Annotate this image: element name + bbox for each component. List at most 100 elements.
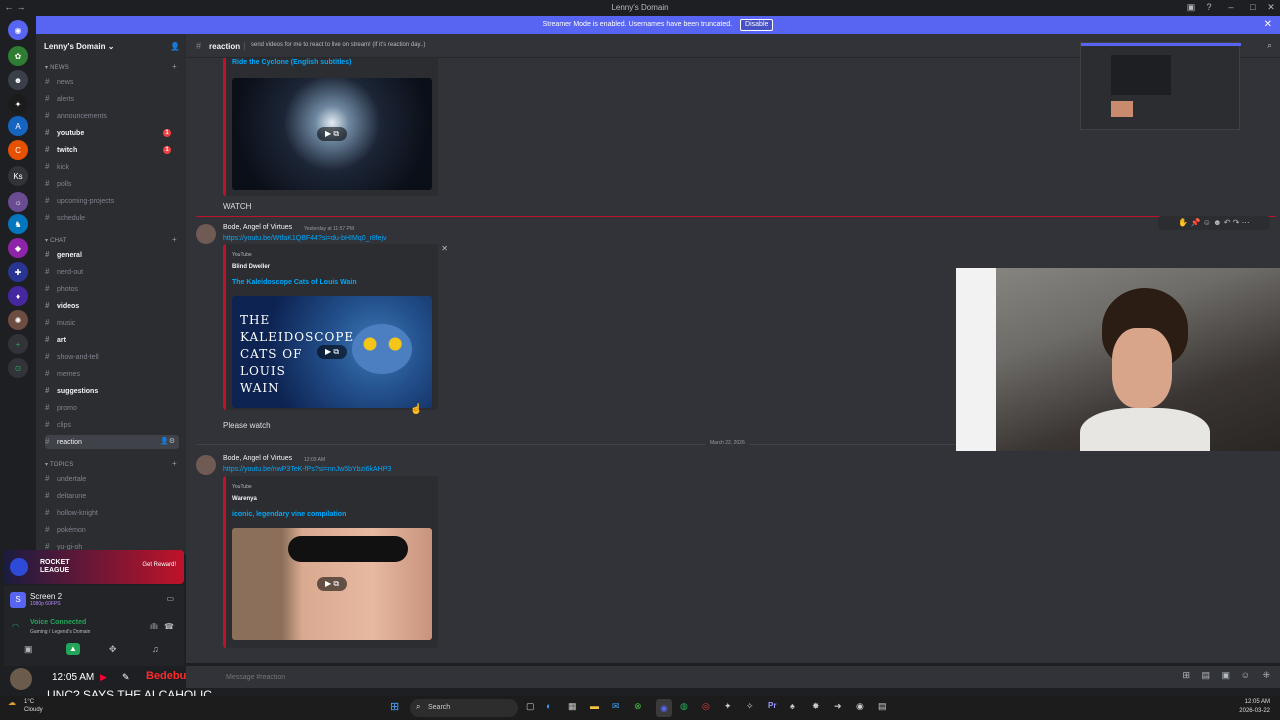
spotify-icon[interactable]: ◍ <box>680 701 688 712</box>
soundboard-icon[interactable]: ♫ <box>152 644 159 654</box>
wave-emoji-icon[interactable]: ✋ <box>1178 218 1188 227</box>
invite-icon[interactable]: 👤 <box>170 42 180 51</box>
edge-icon[interactable]: ◐ <box>546 701 551 711</box>
server-icon[interactable]: ☼ <box>8 192 28 212</box>
channel-topic[interactable]: send videos for me to react to live on s… <box>251 42 425 48</box>
stream-preview[interactable] <box>1080 42 1241 130</box>
app-icon[interactable]: ✸ <box>812 701 820 712</box>
clock-date[interactable]: 2026-03-22 <box>1239 708 1270 714</box>
add-channel-icon[interactable]: + <box>172 235 177 244</box>
app-icon[interactable]: ➜ <box>834 701 842 712</box>
gift-icon[interactable]: ⊞ <box>1182 670 1190 681</box>
play-icon[interactable]: ▶ ⧉ <box>317 345 347 359</box>
chrome-icon[interactable]: ◎ <box>702 701 710 712</box>
xbox-icon[interactable]: ⊗ <box>634 701 642 712</box>
server-icon[interactable]: ✺ <box>8 310 28 330</box>
server-ks-icon[interactable]: Ks <box>8 166 28 186</box>
start-icon[interactable]: ⊞ <box>390 700 399 713</box>
help-icon[interactable]: ? <box>1204 2 1214 12</box>
clock-time[interactable]: 12:05 AM <box>1245 699 1270 705</box>
embed-author[interactable]: Blind Dweller <box>232 264 270 270</box>
message-input[interactable] <box>226 670 1186 684</box>
back-icon[interactable]: ← <box>4 2 14 12</box>
dismiss-banner-icon[interactable]: ✕ <box>1264 16 1272 34</box>
category-news[interactable]: ▾ NEWS <box>45 64 69 71</box>
avatar[interactable] <box>196 455 216 475</box>
app-icon[interactable]: ▤ <box>878 701 887 712</box>
stream-preview-icon[interactable]: ▭ <box>166 594 174 603</box>
maximize-icon[interactable]: □ <box>1248 2 1258 12</box>
rocket-league-promo[interactable]: ROCKET LEAGUE Get Reward! <box>4 550 184 584</box>
server-icon[interactable]: C <box>8 140 28 160</box>
channel-upcoming-projects[interactable]: # upcoming-projects <box>45 194 179 208</box>
app-icon[interactable]: ▦ <box>568 701 577 712</box>
message-link[interactable]: https://youtu.be/nwP3TeK-fPs?si=nnJw5bYb… <box>223 466 391 473</box>
voice-status[interactable]: Voice Connected <box>30 619 86 626</box>
channel-memes[interactable]: # memes <box>45 367 179 381</box>
server-icon[interactable]: ✦ <box>8 94 28 114</box>
embed-title[interactable]: Ride the Cyclone (English subtitles) <box>232 59 351 66</box>
mail-icon[interactable]: ✉ <box>612 701 620 712</box>
discord-icon[interactable]: ◉ <box>656 699 672 717</box>
disconnect-icon[interactable]: ☎ <box>164 622 174 631</box>
server-icon[interactable]: ◆ <box>8 238 28 258</box>
channel-videos[interactable]: # videos <box>45 299 179 313</box>
server-icon[interactable]: ♞ <box>8 214 28 234</box>
task-view-icon[interactable]: ▢ <box>526 701 535 712</box>
forward-icon[interactable]: → <box>16 2 26 12</box>
remove-embed-icon[interactable]: ✕ <box>441 244 448 253</box>
inbox-icon[interactable]: ▣ <box>1186 2 1196 12</box>
server-icon[interactable]: ☻ <box>8 70 28 90</box>
channel-undertale[interactable]: # undertale <box>45 472 179 486</box>
channel-art[interactable]: # art <box>45 333 179 347</box>
search-icon[interactable]: ⌕ <box>1267 40 1272 51</box>
server-name[interactable]: Lenny's Domain ⌄ <box>44 42 114 51</box>
channel-reaction[interactable]: # reaction 👤⚙ <box>45 435 179 449</box>
apps-icon[interactable]: ⁜ <box>1262 670 1270 681</box>
embed-title[interactable]: iconic, legendary vine compilation <box>232 511 346 518</box>
add-reaction-icon[interactable]: ☻ <box>1213 218 1221 227</box>
premiere-icon[interactable]: Pr <box>768 701 776 710</box>
emoji-icon[interactable]: ☺ <box>1241 670 1250 680</box>
play-icon[interactable]: ▶ ⧉ <box>317 127 347 141</box>
server-icon[interactable]: ✚ <box>8 262 28 282</box>
channel-suggestions[interactable]: # suggestions <box>45 384 179 398</box>
gif-icon[interactable]: ▤ <box>1201 670 1210 681</box>
play-icon[interactable]: ▶ ⧉ <box>317 577 347 591</box>
reply-icon[interactable]: ↶ <box>1224 218 1231 227</box>
channel-kick[interactable]: # kick <box>45 160 179 174</box>
server-icon[interactable]: ✿ <box>8 46 28 66</box>
discover-icon[interactable]: ⊙ <box>8 358 28 378</box>
voice-channel[interactable]: Gaming / Legend's Domain <box>30 629 90 635</box>
pin-icon[interactable]: 📌 <box>1191 218 1201 227</box>
channel-general[interactable]: # general <box>45 248 179 262</box>
get-reward-button[interactable]: Get Reward! <box>142 562 176 568</box>
smile-emoji-icon[interactable]: ☺ <box>1203 218 1211 227</box>
channel-announcements[interactable]: # announcements <box>45 109 179 123</box>
channel-polls[interactable]: # polls <box>45 177 179 191</box>
video-thumbnail[interactable]: ▶ ⧉ <box>232 528 432 640</box>
message-link[interactable]: https://youtu.be/WtfaK1QBF44?si=du-bHIMq… <box>223 235 387 242</box>
forward-icon[interactable]: ↷ <box>1233 218 1240 227</box>
sticker-icon[interactable]: ▣ <box>1221 670 1230 681</box>
obs-icon[interactable]: ◉ <box>856 701 864 712</box>
file-explorer-icon[interactable]: ▬ <box>590 701 599 711</box>
video-thumbnail[interactable]: THE KALEIDOSCOPE CATS OF LOUIS WAIN ▶ ⧉ <box>232 296 432 408</box>
disable-streamer-mode-button[interactable]: Disable <box>740 19 774 31</box>
settings-icon[interactable]: 👤⚙ <box>160 435 175 449</box>
message-author[interactable]: Bode, Angel of Virtues <box>223 455 292 462</box>
steam-icon[interactable]: ✦ <box>724 701 732 712</box>
minimize-icon[interactable]: – <box>1226 2 1236 12</box>
direct-messages-icon[interactable]: ◉ <box>8 20 28 40</box>
category-chat[interactable]: ▾ CHAT <box>45 237 67 244</box>
message-author[interactable]: Bode, Angel of Virtues <box>223 224 292 231</box>
add-server-icon[interactable]: + <box>8 334 28 354</box>
avatar[interactable] <box>196 224 216 244</box>
noise-suppression-icon[interactable]: ıllı <box>150 622 158 631</box>
channel-photos[interactable]: # photos <box>45 282 179 296</box>
channel-music[interactable]: # music <box>45 316 179 330</box>
channel-alerts[interactable]: # alerts <box>45 92 179 106</box>
server-icon[interactable]: ♦ <box>8 286 28 306</box>
channel-hollow-knight[interactable]: # hollow-knight <box>45 506 179 520</box>
camera-icon[interactable]: ▣ <box>24 644 33 655</box>
